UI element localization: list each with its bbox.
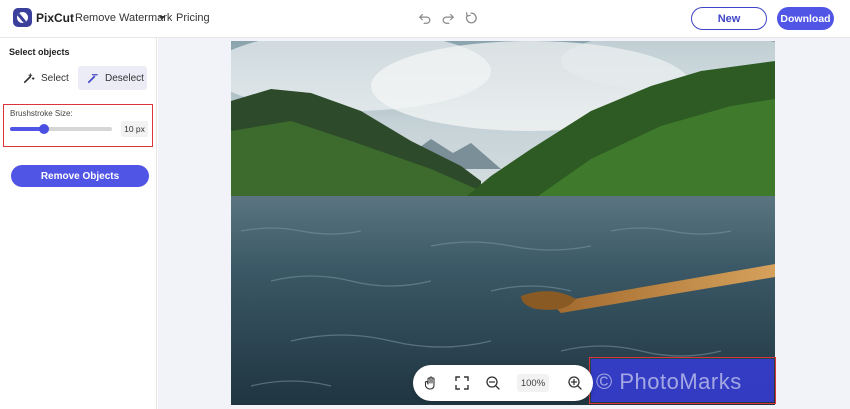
- new-button[interactable]: New: [691, 7, 767, 30]
- reset-icon[interactable]: [464, 11, 478, 25]
- watermark-highlight-box: [589, 357, 776, 404]
- chevron-down-icon[interactable]: [159, 16, 165, 20]
- top-bar: PixCut Remove Watermark Pricing New Down…: [0, 0, 850, 38]
- brushstroke-panel: Brushstroke Size: 10 px: [3, 104, 153, 147]
- deselect-mode-button[interactable]: Deselect: [78, 66, 147, 90]
- select-objects-title: Select objects: [9, 47, 70, 57]
- brush-size-slider[interactable]: [10, 124, 112, 134]
- select-brush-icon: [23, 73, 35, 84]
- deselect-label: Deselect: [105, 72, 144, 84]
- download-button[interactable]: Download: [777, 7, 834, 30]
- canvas-area: [158, 38, 850, 409]
- sidebar: Select objects Select Deselect Brushstro…: [0, 38, 157, 409]
- fit-screen-icon[interactable]: [454, 375, 470, 391]
- zoom-out-icon[interactable]: [485, 375, 501, 391]
- app-name[interactable]: PixCut: [36, 11, 74, 25]
- select-mode-button[interactable]: Select: [17, 67, 75, 90]
- slider-handle[interactable]: [38, 124, 49, 134]
- brushstroke-label: Brushstroke Size:: [10, 109, 73, 118]
- nav-remove-watermark[interactable]: Remove Watermark: [75, 12, 172, 24]
- hand-icon[interactable]: [423, 375, 439, 391]
- nav-pricing[interactable]: Pricing: [176, 12, 210, 24]
- zoom-toolbar: 100%: [413, 365, 593, 401]
- zoom-in-icon[interactable]: [567, 375, 583, 391]
- select-label: Select: [41, 73, 69, 84]
- remove-objects-button[interactable]: Remove Objects: [11, 165, 149, 187]
- zoom-level: 100%: [517, 374, 549, 392]
- undo-icon[interactable]: [418, 11, 432, 25]
- lake-photo[interactable]: [231, 41, 775, 405]
- deselect-brush-icon: [87, 73, 98, 83]
- redo-icon[interactable]: [441, 11, 455, 25]
- brush-size-value[interactable]: 10 px: [121, 121, 148, 137]
- pixcut-logo-icon[interactable]: [13, 8, 32, 27]
